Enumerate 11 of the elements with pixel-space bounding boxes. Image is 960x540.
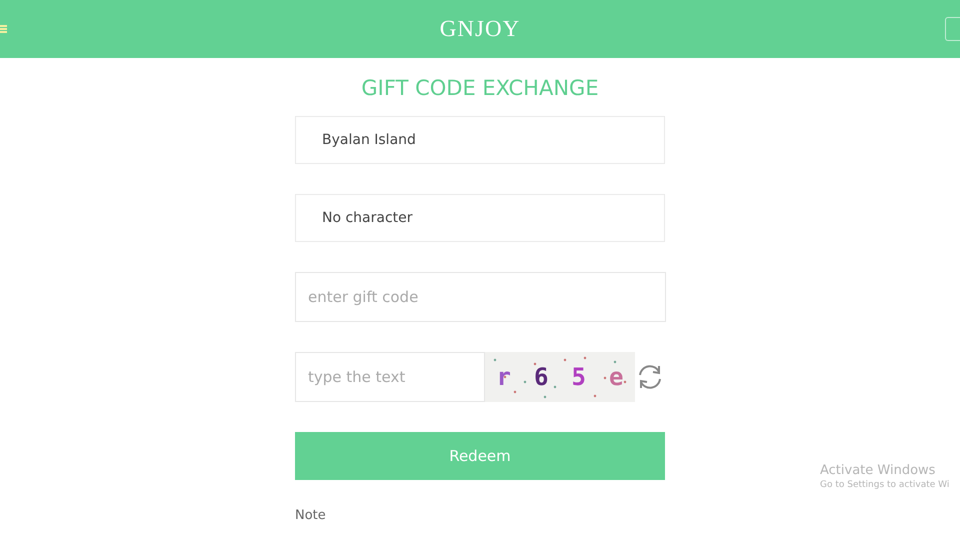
activation-title: Activate Windows: [820, 463, 936, 478]
captcha-image: r 6 5 e: [485, 352, 635, 402]
menu-icon[interactable]: [0, 25, 7, 33]
server-select[interactable]: Byalan Island: [295, 116, 665, 164]
activation-hint: Go to Settings to activate Wi: [820, 480, 950, 490]
header-button[interactable]: [945, 17, 960, 41]
character-select[interactable]: No character: [295, 194, 665, 242]
note-label: Note: [295, 508, 327, 523]
captcha-field[interactable]: type the text: [295, 352, 485, 402]
page-title: GIFT CODE EXCHANGE: [360, 76, 600, 100]
gift-code-field[interactable]: enter gift code: [295, 272, 666, 322]
